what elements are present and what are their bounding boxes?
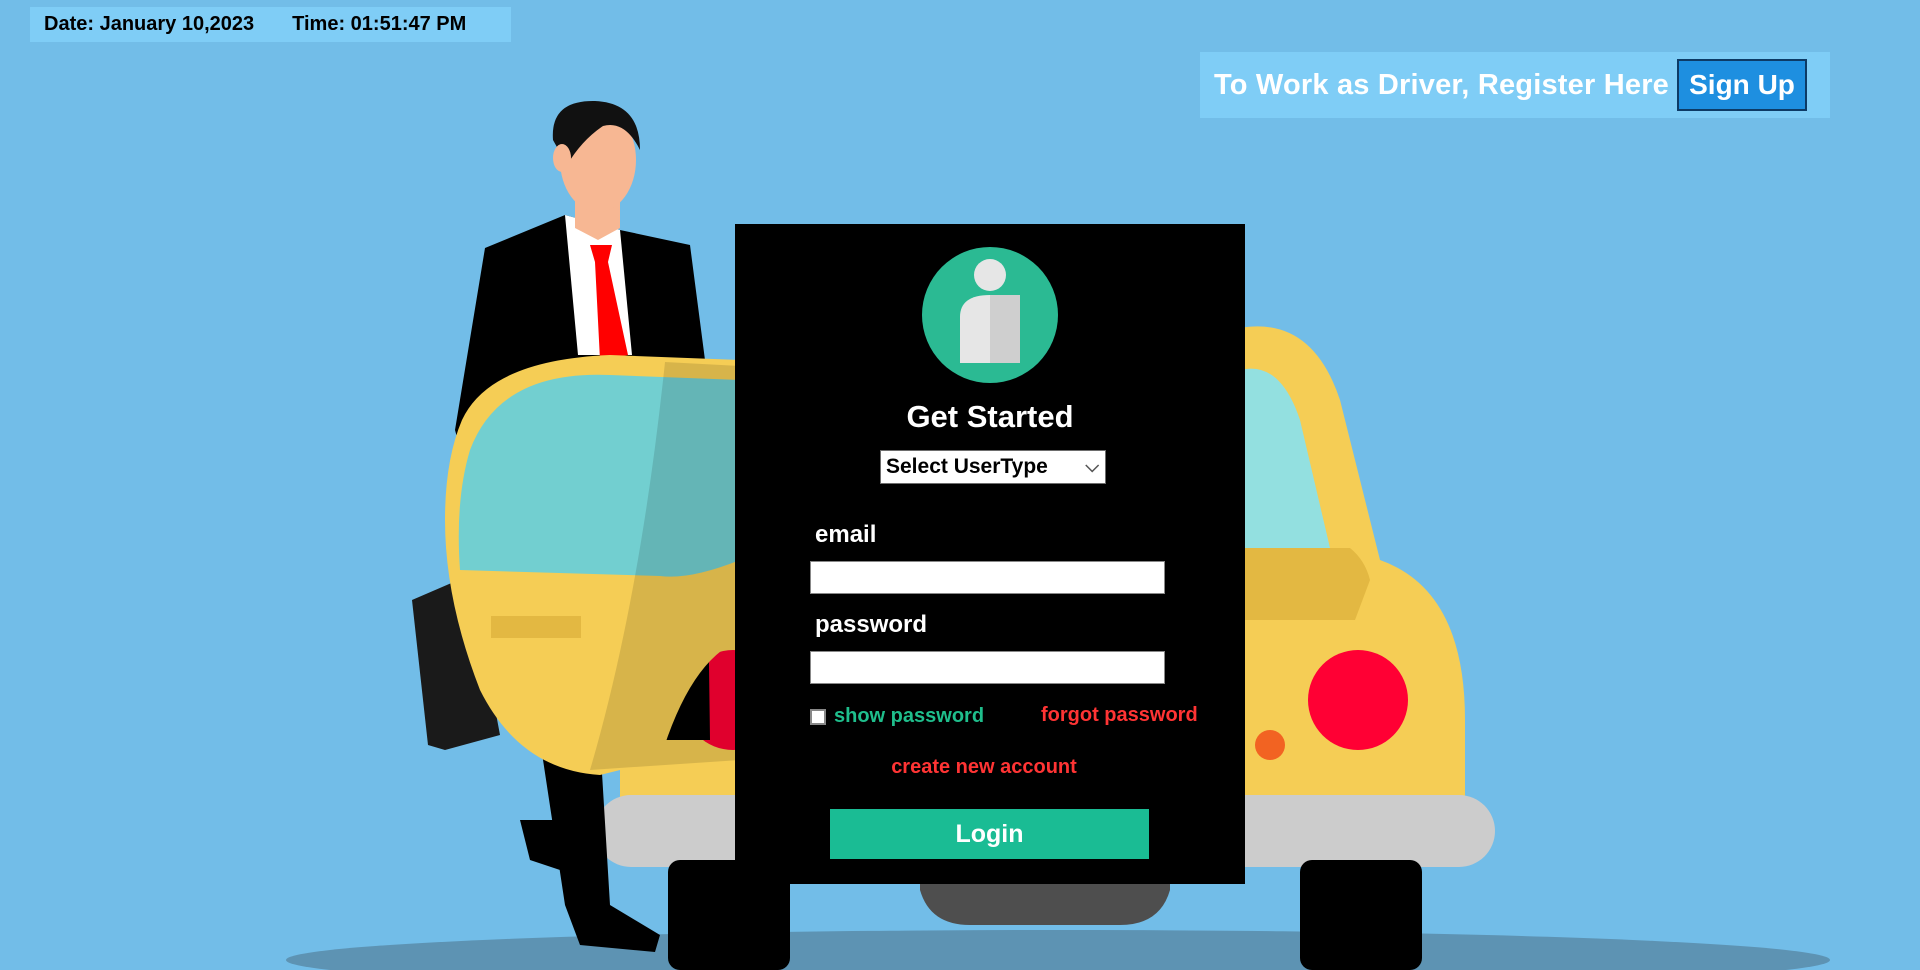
signup-button[interactable]: Sign Up (1677, 59, 1808, 111)
taxi-taillight-right (1308, 650, 1408, 750)
show-password-row: show password (810, 705, 984, 728)
user-avatar-icon (922, 247, 1058, 383)
login-button[interactable]: Login (830, 809, 1149, 859)
date-display: Date: January 10,2023 (44, 13, 255, 35)
ground-shadow (286, 930, 1830, 970)
password-field[interactable] (810, 651, 1165, 684)
usertype-selected-value: Select UserType (886, 455, 1048, 478)
create-account-row: create new account (735, 756, 1245, 779)
time-display: Time: 01:51:47 PM (292, 13, 467, 35)
password-label: password (815, 611, 928, 638)
driver-signup-banner: To Work as Driver, Register Here Sign Up (1200, 52, 1830, 118)
taxi-door-handle (491, 616, 581, 638)
driver-register-text: To Work as Driver, Register Here (1214, 68, 1670, 101)
forgot-password-link[interactable]: forgot password (1041, 704, 1198, 727)
create-account-link[interactable]: create new account (891, 756, 1077, 778)
email-field[interactable] (810, 561, 1165, 594)
show-password-checkbox[interactable] (810, 708, 826, 725)
chevron-down-icon: ⌵ (1085, 456, 1099, 476)
usertype-select[interactable]: Select UserType ⌵ (880, 450, 1106, 484)
email-label: email (815, 521, 877, 548)
datetime-bar: Date: January 10,2023 Time: 01:51:47 PM (30, 7, 511, 42)
get-started-heading: Get Started (906, 399, 1074, 434)
login-panel: Get Started Select UserType ⌵ email pass… (735, 224, 1245, 884)
show-password-label[interactable]: show password (834, 705, 984, 728)
